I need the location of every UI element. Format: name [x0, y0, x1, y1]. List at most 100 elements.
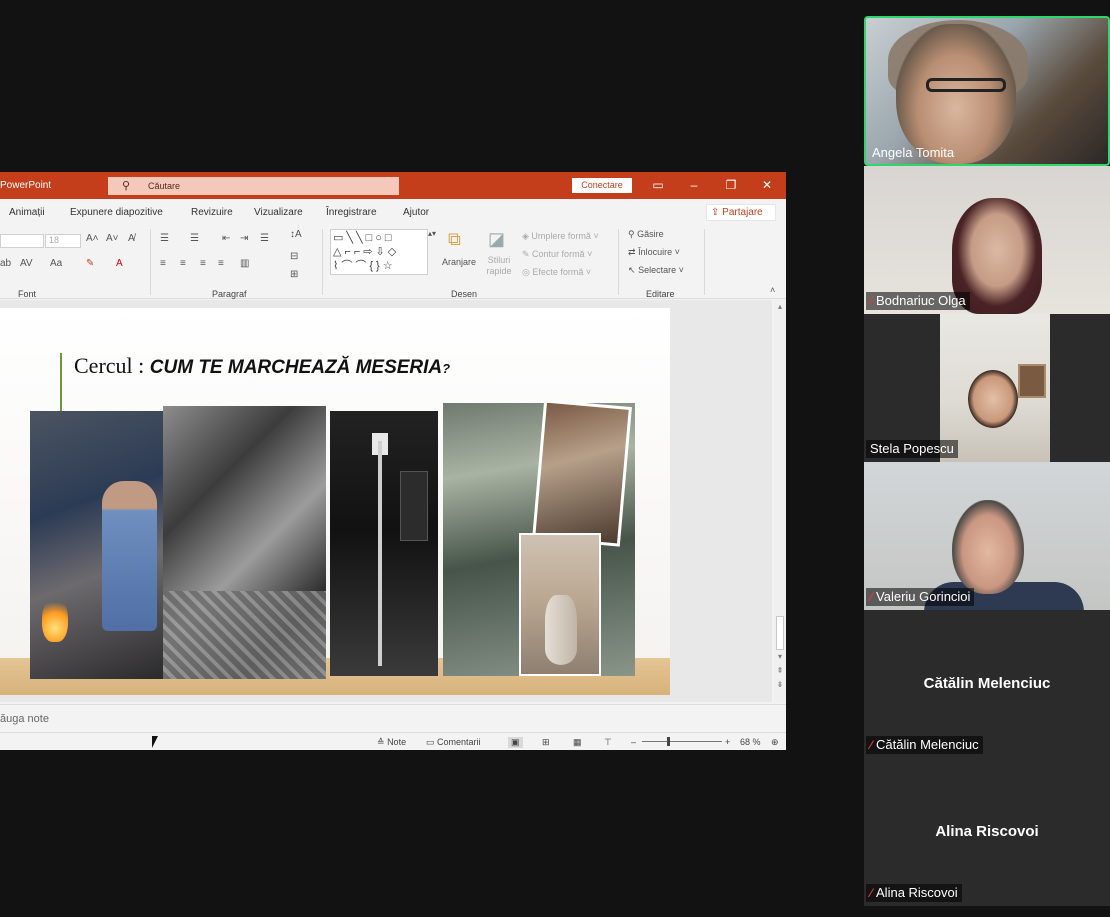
shape-outline-button[interactable]: ✎ Contur formă ˅	[522, 249, 592, 260]
slide[interactable]: Cercul : CUM TE MARCHEAZĂ MESERIA?	[0, 308, 670, 695]
connect-button[interactable]: Conectare	[572, 178, 632, 193]
fit-to-window-icon[interactable]: ⊕	[771, 737, 779, 748]
participant-tile[interactable]: Cătălin Melenciuc ⁄ Cătălin Melenciuc	[864, 610, 1110, 758]
font-size-select[interactable]: 18	[45, 234, 81, 248]
restore-icon[interactable]: ❐	[721, 176, 741, 194]
participant-tile[interactable]: ⁄ Bodnariuc Olga	[864, 166, 1110, 314]
font-name-select[interactable]	[0, 234, 44, 248]
prev-slide-icon[interactable]: ⇞	[774, 666, 786, 675]
align-text-icon[interactable]: ⊟	[290, 251, 298, 262]
font-color-icon[interactable]: A	[116, 258, 123, 269]
select-button[interactable]: ↖ Selectare ˅	[628, 265, 684, 276]
char-spacing-icon[interactable]: AV	[20, 258, 33, 269]
share-label: Partajare	[722, 207, 763, 218]
lamp-post	[378, 441, 382, 666]
align-right-icon[interactable]: ≡	[200, 258, 206, 269]
zoom-out-button[interactable]: –	[631, 737, 636, 747]
smartart-icon[interactable]: ⊞	[290, 269, 298, 280]
potter-photo[interactable]	[30, 411, 163, 679]
align-center-icon[interactable]: ≡	[180, 258, 186, 269]
collapse-ribbon-icon[interactable]: ˄	[770, 285, 775, 295]
comments-button[interactable]: ▭ Comentarii	[426, 737, 481, 748]
shape-fill-button[interactable]: ◈ Umplere formă ˅	[522, 231, 599, 242]
scroll-thumb[interactable]	[776, 616, 784, 650]
lamplighter-photo[interactable]	[330, 411, 438, 676]
pavers-photo[interactable]	[163, 406, 326, 679]
text-direction-icon[interactable]: ↕A	[290, 229, 302, 240]
ribbon-display-icon[interactable]: ▭	[648, 176, 668, 194]
vertical-scrollbar[interactable]: ▴ ▾ ⇞ ⇟	[774, 300, 786, 702]
group-separator	[618, 229, 619, 295]
notes-placeholder: ăuga note	[0, 713, 49, 725]
participant-tile[interactable]: Stela Popescu	[864, 314, 1110, 462]
find-button[interactable]: ⚲ Găsire	[628, 229, 664, 240]
gallery-more-icon[interactable]: ▴▾	[428, 229, 436, 238]
minimize-icon[interactable]: –	[684, 176, 704, 194]
scroll-up-icon[interactable]: ▴	[774, 302, 786, 311]
columns-icon[interactable]: ▥	[240, 258, 249, 269]
slide-editor: Cercul : CUM TE MARCHEAZĂ MESERIA?	[0, 300, 772, 702]
quick-styles-icon[interactable]: ◪	[488, 229, 505, 250]
factory-collage-photo[interactable]	[443, 403, 635, 676]
tab-record[interactable]: Înregistrare	[326, 207, 377, 218]
app-name: PowerPoint	[0, 180, 52, 191]
next-slide-icon[interactable]: ⇟	[774, 680, 786, 689]
strikethrough-icon[interactable]: ab	[0, 258, 11, 269]
participant-tile[interactable]: Alina Riscovoi ⁄ Alina Riscovoi	[864, 758, 1110, 906]
tab-help[interactable]: Ajutor	[403, 207, 429, 218]
justify-icon[interactable]: ≡	[218, 258, 224, 269]
increase-indent-icon[interactable]: ⇥	[240, 233, 248, 244]
quick-styles-label[interactable]: Stiluri rapide	[482, 255, 516, 277]
replace-button[interactable]: ⇄ Înlocuire ˅	[628, 247, 680, 258]
participant-name: ⁄ Bodnariuc Olga	[866, 292, 970, 310]
zoom-in-button[interactable]: +	[725, 737, 730, 747]
search-icon: ⚲	[122, 180, 131, 192]
search-placeholder: Căutare	[148, 181, 181, 191]
scroll-down-icon[interactable]: ▾	[774, 652, 786, 661]
share-button[interactable]: ⇪ Partajare	[706, 204, 776, 221]
tab-animations[interactable]: Animații	[9, 207, 45, 218]
normal-view-icon[interactable]: ▣	[508, 737, 523, 748]
clear-format-icon[interactable]: A̸	[128, 233, 135, 244]
grow-font-icon[interactable]: A˄	[86, 233, 99, 244]
arrange-label[interactable]: Aranjare	[442, 257, 476, 267]
slide-sorter-icon[interactable]: ⊞	[542, 737, 550, 748]
slide-title[interactable]: Cercul : CUM TE MARCHEAZĂ MESERIA?	[74, 353, 450, 379]
notes-label: Note	[387, 737, 407, 747]
title-bar: PowerPoint ⚲ Căutare Conectare ▭ – ❐ ✕	[0, 172, 786, 199]
decrease-indent-icon[interactable]: ⇤	[222, 233, 230, 244]
tab-slide-show[interactable]: Expunere diapozitive	[70, 207, 163, 218]
search-box[interactable]: ⚲ Căutare	[108, 177, 399, 195]
tab-view[interactable]: Vizualizare	[254, 207, 303, 218]
participant-tile[interactable]: Angela Tomita	[864, 16, 1110, 166]
participant-video	[952, 500, 1024, 594]
zoom-slider-track[interactable]	[642, 741, 722, 742]
shapes-gallery[interactable]: ▭╲╲□○□ △⌐⌐⇨⇩◇ ⌇⌒⌒{}☆	[330, 229, 428, 275]
arrange-icon[interactable]: ⧉	[448, 229, 461, 250]
zoom-slider-thumb[interactable]	[667, 737, 670, 746]
shape-effects-button[interactable]: ◎ Efecte formă ˅	[522, 267, 591, 278]
zoom-level[interactable]: 68 %	[740, 737, 761, 747]
line-spacing-icon[interactable]: ☰	[260, 233, 269, 244]
participant-name: ⁄ Alina Riscovoi	[866, 884, 962, 902]
align-left-icon[interactable]: ≡	[160, 258, 166, 269]
highlight-icon[interactable]: ✎	[86, 258, 94, 269]
ribbon: 18 A˄ A˅ A̸ ab AV Aa ✎ A Font ☰ ☰ ⇤ ⇥ ☰ …	[0, 225, 786, 299]
craftsman-inset-photo	[532, 403, 632, 547]
tab-review[interactable]: Revizuire	[191, 207, 233, 218]
notes-pane[interactable]: ăuga note	[0, 704, 786, 732]
change-case-icon[interactable]: Aa	[50, 258, 62, 269]
video-call-stage: PowerPoint ⚲ Căutare Conectare ▭ – ❐ ✕ A…	[0, 0, 1110, 917]
participant-name: ⁄ Valeriu Gorincioi	[866, 588, 975, 606]
numbering-icon[interactable]: ☰	[190, 233, 199, 244]
find-label: Găsire	[637, 229, 664, 239]
participant-name: Angela Tomita	[872, 145, 955, 160]
slideshow-icon[interactable]: ⊤	[604, 737, 612, 748]
reading-view-icon[interactable]: ▦	[573, 737, 582, 748]
participant-tile[interactable]: ⁄ Valeriu Gorincioi	[864, 462, 1110, 610]
notes-button[interactable]: ≙ Note	[377, 737, 406, 748]
close-icon[interactable]: ✕	[757, 176, 777, 194]
bullets-icon[interactable]: ☰	[160, 233, 169, 244]
slide-title-plain: Cercul :	[74, 353, 150, 378]
shrink-font-icon[interactable]: A˅	[106, 233, 119, 244]
